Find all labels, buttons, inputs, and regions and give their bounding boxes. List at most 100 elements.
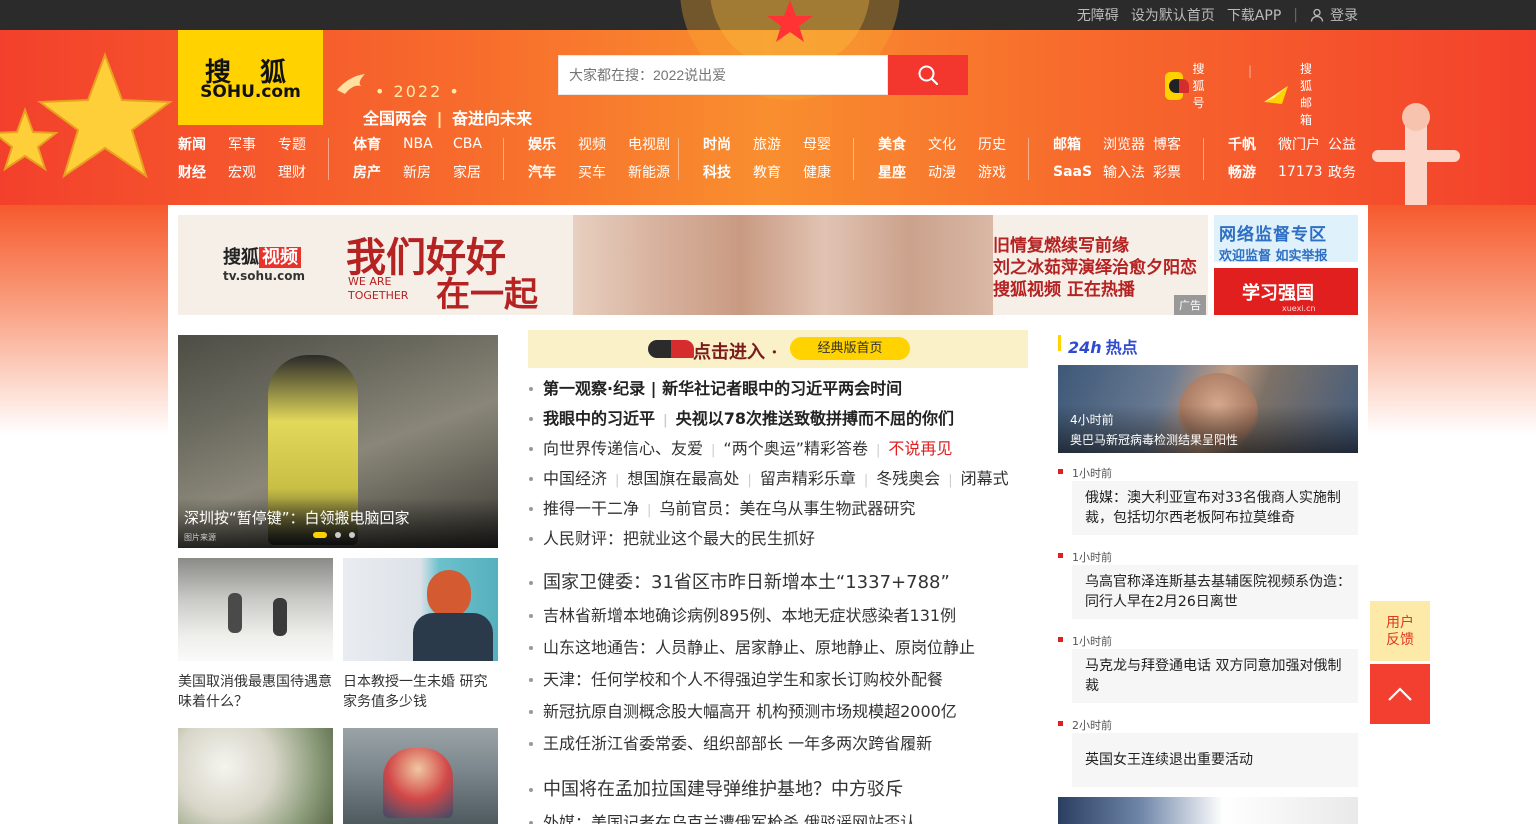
news-link[interactable]: 乌前官员：美在乌从事生物武器研究	[659, 499, 915, 518]
news-item[interactable]: 王成任浙江省委常委、组织部部长 一年多两次跨省履新	[528, 733, 1028, 755]
nav-item[interactable]: 新能源	[628, 162, 678, 182]
news-item[interactable]: 吉林省新增本地确诊病例895例、本地无症状感染者131例	[528, 605, 1028, 627]
nav-item[interactable]: 健康	[803, 162, 853, 182]
thumb-image[interactable]	[178, 728, 333, 824]
news-link[interactable]: 我眼中的习近平	[543, 409, 655, 428]
nav-item[interactable]: 专题	[278, 134, 328, 154]
news-link[interactable]: 山东这地通告：人员静止、居家静止、原地静止、原岗位静止	[543, 638, 975, 657]
news-link[interactable]: “两个奥运”精彩答卷	[723, 439, 868, 458]
news-link[interactable]: 向世界传递信心、友爱	[543, 439, 703, 458]
set-homepage-link[interactable]: 设为默认首页	[1131, 5, 1215, 25]
nav-item[interactable]: 家居	[453, 162, 503, 182]
nav-item[interactable]: 微门户	[1278, 134, 1328, 154]
nav-item[interactable]: 汽车	[528, 162, 578, 182]
login-link[interactable]: 登录	[1330, 5, 1358, 25]
news-link[interactable]: 留声精彩乐章	[760, 469, 856, 488]
nav-item[interactable]: SaaS	[1053, 164, 1103, 180]
news-item[interactable]: 山东这地通告：人员静止、居家静止、原地静止、原岗位静止	[528, 637, 1028, 659]
classic-home-button[interactable]: 经典版首页	[790, 337, 910, 360]
nav-item[interactable]: CBA	[453, 136, 503, 152]
news-item[interactable]: 新冠抗原自测概念股大幅高开 机构预测市场规模超2000亿	[528, 701, 1028, 723]
nav-item[interactable]: 畅游	[1228, 162, 1278, 182]
news-link[interactable]: 想国旗在最高处	[627, 469, 739, 488]
nav-item[interactable]: 历史	[978, 134, 1028, 154]
nav-item[interactable]: 邮箱	[1053, 134, 1103, 154]
hot-item-title[interactable]: 马克龙与拜登通电话 双方同意加强对俄制裁	[1072, 649, 1358, 703]
nav-item[interactable]: 政务	[1328, 162, 1378, 182]
hot-next-image[interactable]	[1058, 797, 1358, 824]
news-link-highlight[interactable]: 不说再见	[888, 439, 952, 458]
nav-item[interactable]: 视频	[578, 134, 628, 154]
news-link[interactable]: 人民财评：把就业这个最大的民生抓好	[543, 529, 815, 548]
hero-carousel[interactable]: 深圳按“暂停键”：白领搬电脑回家 图片来源	[178, 335, 498, 548]
sohu-logo[interactable]: 搜 狐 SOHU.com	[178, 30, 323, 125]
back-to-top-button[interactable]	[1370, 664, 1430, 724]
news-item[interactable]: 天津：任何学校和个人不得强迫学生和家长订购校外配餐	[528, 669, 1028, 691]
sohu-mail-link[interactable]: 搜狐邮箱	[1262, 60, 1312, 128]
nav-item[interactable]: 动漫	[928, 162, 978, 182]
nav-item[interactable]: 公益	[1328, 134, 1378, 154]
nav-item[interactable]: 娱乐	[528, 134, 578, 154]
search-input[interactable]	[558, 55, 888, 95]
news-item[interactable]: 推得一干二净 | 乌前官员：美在乌从事生物武器研究	[528, 498, 1028, 522]
news-link[interactable]: 中国经济	[543, 469, 607, 488]
nav-item[interactable]: 财经	[178, 162, 228, 182]
xuexi-ad[interactable]: 学习强国 xuexi.cn	[1214, 268, 1358, 315]
news-item[interactable]: 人民财评：把就业这个最大的民生抓好	[528, 528, 1028, 550]
nav-item[interactable]: 电视剧	[628, 134, 678, 154]
classic-home-banner[interactable]: 点击进入 · 经典版首页	[528, 330, 1028, 368]
nav-item[interactable]: 体育	[353, 134, 403, 154]
news-link[interactable]: 吉林省新增本地确诊病例895例、本地无症状感染者131例	[543, 606, 956, 625]
news-item[interactable]: 我眼中的习近平 | 央视以78次推送致敬拼搏而不屈的你们	[528, 408, 1028, 432]
carousel-dot[interactable]	[313, 532, 327, 538]
news-link[interactable]: 央视以78次推送致敬拼搏而不屈的你们	[676, 409, 954, 428]
news-link[interactable]: 推得一干二净	[543, 499, 639, 518]
nav-item[interactable]: 17173	[1278, 164, 1328, 180]
download-app-link[interactable]: 下载APP	[1227, 5, 1281, 25]
news-link[interactable]: 国家卫健委：31省区市昨日新增本土“1337+788”	[543, 572, 950, 593]
news-link[interactable]: 闭幕式	[961, 469, 1009, 488]
news-item[interactable]: 第一观察·纪录 | 新华社记者眼中的习近平两会时间	[528, 378, 1028, 400]
nav-item[interactable]: 军事	[228, 134, 278, 154]
nav-item[interactable]: 科技	[703, 162, 753, 182]
nav-item[interactable]: 美食	[878, 134, 928, 154]
news-link[interactable]: 天津：任何学校和个人不得强迫学生和家长订购校外配餐	[543, 670, 943, 689]
news-link[interactable]: 外媒：美国记者在乌克兰遭俄军枪杀 俄驳谣网站否认	[543, 813, 916, 824]
nav-item[interactable]: NBA	[403, 136, 453, 152]
search-button[interactable]	[888, 55, 968, 95]
news-item[interactable]: 国家卫健委：31省区市昨日新增本土“1337+788”	[528, 572, 1028, 594]
nav-item[interactable]: 新闻	[178, 134, 228, 154]
thumb-caption[interactable]: 日本教授一生未婚 研究家务值多少钱	[343, 672, 501, 712]
nav-item[interactable]: 时尚	[703, 134, 753, 154]
user-icon[interactable]	[1310, 8, 1324, 22]
nav-item[interactable]: 彩票	[1153, 162, 1203, 182]
nav-item[interactable]: 千帆	[1228, 134, 1278, 154]
news-item[interactable]: 向世界传递信心、友爱 | “两个奥运”精彩答卷 | 不说再见	[528, 438, 1028, 462]
thumb-image[interactable]	[343, 728, 498, 824]
news-item[interactable]: 外媒：美国记者在乌克兰遭俄军枪杀 俄驳谣网站否认	[528, 812, 1028, 824]
nav-item[interactable]: 文化	[928, 134, 978, 154]
nav-item[interactable]: 理财	[278, 162, 328, 182]
accessibility-link[interactable]: 无障碍	[1077, 5, 1119, 25]
nav-item[interactable]: 浏览器	[1103, 134, 1153, 154]
hot-item-title[interactable]: 乌高官称泽连斯基去基辅医院视频系伪造：同行人早在2月26日离世	[1072, 565, 1358, 619]
nav-item[interactable]: 游戏	[978, 162, 1028, 182]
carousel-dot[interactable]	[335, 532, 341, 538]
nav-item[interactable]: 新房	[403, 162, 453, 182]
news-link[interactable]: 冬残奥会	[876, 469, 940, 488]
news-link[interactable]: 中国将在孟加拉国建导弹维护基地？中方驳斥	[543, 779, 903, 800]
news-link[interactable]: 新冠抗原自测概念股大幅高开 机构预测市场规模超2000亿	[543, 702, 957, 721]
sohu-account-link[interactable]: 搜狐号	[1165, 60, 1215, 111]
thumb-image[interactable]	[343, 558, 498, 661]
hot-item-title[interactable]: 英国女王连续退出重要活动	[1072, 733, 1358, 787]
nav-item[interactable]: 博客	[1153, 134, 1203, 154]
news-link[interactable]: 第一观察·纪录 | 新华社记者眼中的习近平两会时间	[543, 379, 902, 398]
ad-banner[interactable]: 搜狐 视频 tv.sohu.com 我们好好 WE ARE TOGETHER 在一起 …	[178, 215, 1208, 315]
nav-item[interactable]: 母婴	[803, 134, 853, 154]
news-item[interactable]: 中国经济 | 想国旗在最高处 | 留声精彩乐章 | 冬残奥会 | 闭幕式	[528, 468, 1028, 492]
thumb-image[interactable]	[178, 558, 333, 661]
news-link[interactable]: 王成任浙江省委常委、组织部部长 一年多两次跨省履新	[543, 734, 932, 753]
hot-item-title[interactable]: 俄媒：澳大利亚宣布对33名俄商人实施制裁，包括切尔西老板阿布拉莫维奇	[1072, 481, 1358, 535]
feedback-button[interactable]: 用户 反馈	[1370, 601, 1430, 661]
hot-featured[interactable]: 4小时前 奥巴马新冠病毒检测结果呈阳性	[1058, 365, 1358, 453]
